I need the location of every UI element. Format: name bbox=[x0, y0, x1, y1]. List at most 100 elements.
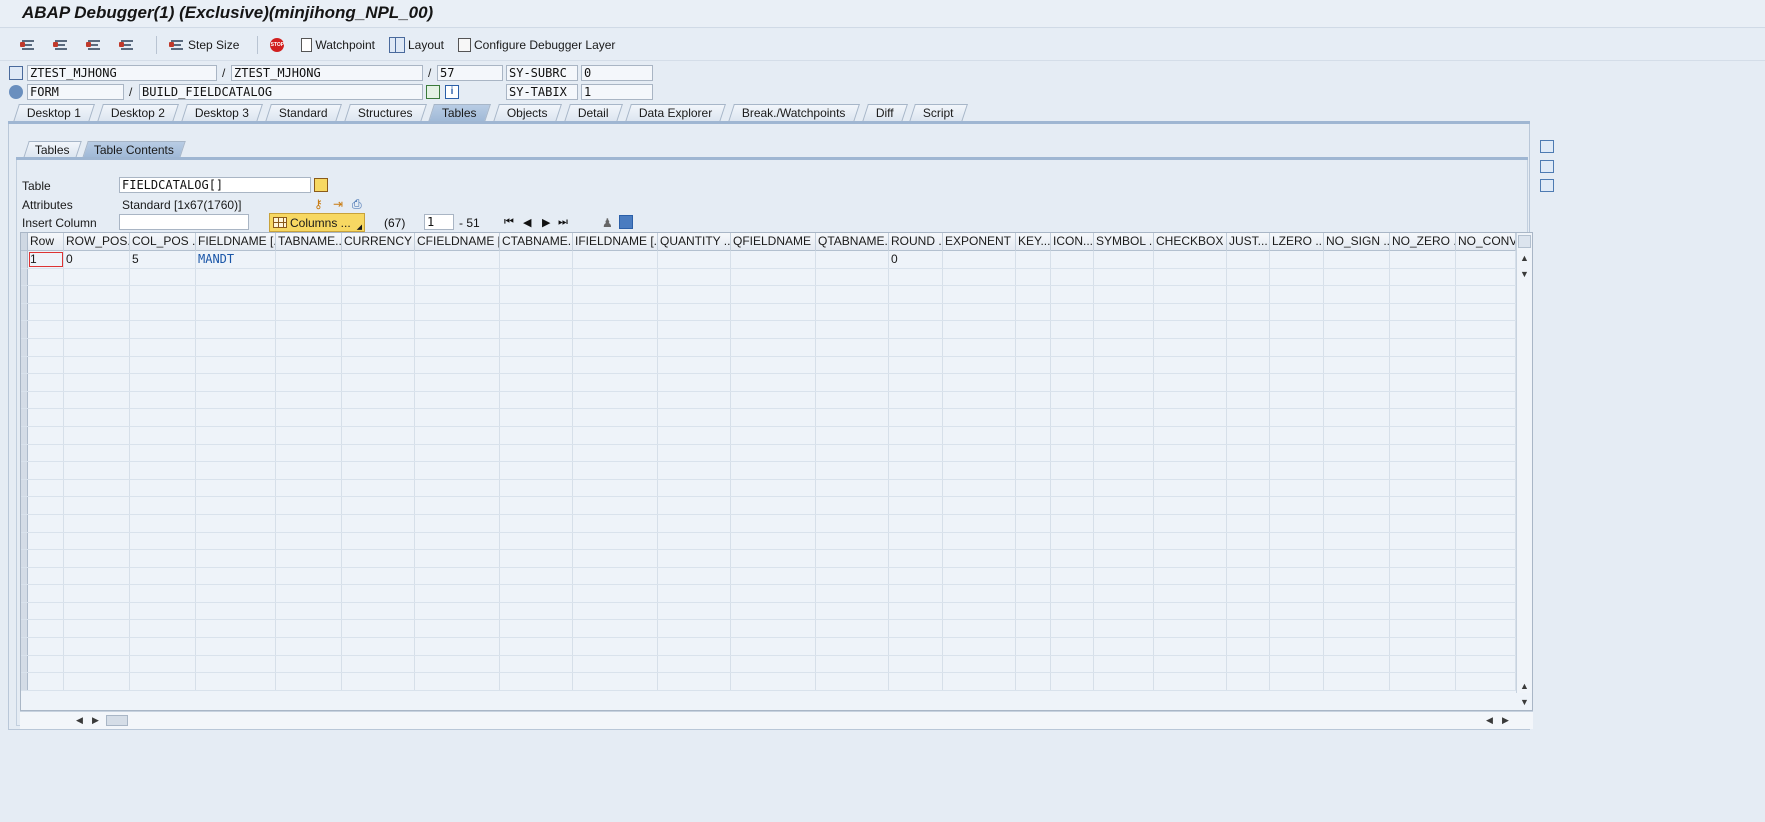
table-cell[interactable] bbox=[276, 620, 342, 638]
table-cell[interactable] bbox=[1154, 620, 1227, 638]
table-cell[interactable] bbox=[1270, 550, 1324, 567]
table-cell[interactable] bbox=[1227, 444, 1270, 462]
table-cell[interactable] bbox=[943, 655, 1016, 673]
table-cell[interactable] bbox=[731, 585, 816, 602]
table-cell[interactable] bbox=[1227, 251, 1270, 268]
table-cell[interactable] bbox=[1390, 479, 1456, 497]
table-cell[interactable] bbox=[64, 673, 130, 690]
table-cell[interactable] bbox=[1051, 532, 1094, 550]
table-cell[interactable] bbox=[889, 444, 943, 462]
table-cell[interactable] bbox=[573, 268, 658, 286]
tab-script[interactable]: Script bbox=[909, 104, 968, 122]
table-cell[interactable] bbox=[943, 321, 1016, 338]
row-selector[interactable] bbox=[21, 391, 28, 409]
table-cell[interactable] bbox=[64, 638, 130, 655]
table-cell[interactable] bbox=[1227, 550, 1270, 567]
table-cell[interactable] bbox=[1456, 444, 1516, 462]
table-cell[interactable] bbox=[1016, 567, 1051, 585]
table-cell[interactable] bbox=[816, 567, 889, 585]
table-cell[interactable] bbox=[889, 638, 943, 655]
column-header[interactable]: QUANTITY ... bbox=[658, 233, 731, 251]
table-cell[interactable] bbox=[130, 303, 196, 321]
column-header[interactable]: ROUND ... bbox=[889, 233, 943, 251]
row-selector[interactable] bbox=[21, 426, 28, 444]
table-cell[interactable] bbox=[943, 303, 1016, 321]
row-selector[interactable] bbox=[21, 638, 28, 655]
table-cell[interactable] bbox=[130, 479, 196, 497]
column-header[interactable]: FIELDNAME [... bbox=[196, 233, 276, 251]
table-cell[interactable] bbox=[64, 356, 130, 374]
table-cell[interactable] bbox=[816, 602, 889, 620]
table-cell[interactable] bbox=[1154, 462, 1227, 479]
table-cell[interactable] bbox=[573, 356, 658, 374]
table-cell[interactable] bbox=[500, 620, 573, 638]
table-cell[interactable] bbox=[1390, 356, 1456, 374]
table-cell[interactable] bbox=[276, 514, 342, 532]
table-cell[interactable] bbox=[658, 479, 731, 497]
table-cell[interactable] bbox=[1154, 550, 1227, 567]
table-cell[interactable] bbox=[1051, 585, 1094, 602]
table-cell[interactable] bbox=[64, 462, 130, 479]
table-cell[interactable] bbox=[731, 286, 816, 303]
next-page-icon[interactable]: ▶ bbox=[542, 216, 550, 229]
table-cell[interactable] bbox=[1324, 268, 1390, 286]
row-selector[interactable] bbox=[21, 409, 28, 426]
scroll-down-icon[interactable]: ▼ bbox=[1520, 269, 1529, 279]
table-cell[interactable] bbox=[415, 338, 500, 356]
table-cell[interactable] bbox=[1324, 286, 1390, 303]
table-cell[interactable] bbox=[415, 321, 500, 338]
table-cell[interactable] bbox=[1154, 479, 1227, 497]
table-cell[interactable] bbox=[64, 497, 130, 514]
table-cell[interactable] bbox=[943, 251, 1016, 268]
filter-icon[interactable]: ♟ bbox=[602, 216, 613, 230]
table-cell[interactable] bbox=[64, 602, 130, 620]
table-cell[interactable] bbox=[342, 444, 415, 462]
table-cell[interactable] bbox=[943, 514, 1016, 532]
table-cell[interactable] bbox=[1390, 303, 1456, 321]
table-cell[interactable] bbox=[943, 409, 1016, 426]
column-header[interactable]: CTABNAME... bbox=[500, 233, 573, 251]
table-cell[interactable] bbox=[415, 268, 500, 286]
table-cell[interactable] bbox=[1016, 409, 1051, 426]
table-cell[interactable] bbox=[1094, 251, 1154, 268]
table-cell[interactable] bbox=[415, 479, 500, 497]
table-cell[interactable] bbox=[1390, 602, 1456, 620]
table-cell[interactable] bbox=[28, 638, 64, 655]
table-cell[interactable] bbox=[1456, 338, 1516, 356]
table-cell[interactable] bbox=[342, 550, 415, 567]
table-cell[interactable] bbox=[1051, 462, 1094, 479]
table-cell[interactable] bbox=[500, 268, 573, 286]
table-cell[interactable] bbox=[1016, 479, 1051, 497]
table-cell[interactable] bbox=[1227, 620, 1270, 638]
table-cell[interactable] bbox=[658, 444, 731, 462]
scroll-right-icon[interactable]: ▶ bbox=[92, 715, 99, 726]
row-selector[interactable] bbox=[21, 550, 28, 567]
table-cell[interactable] bbox=[1227, 409, 1270, 426]
table-cell[interactable] bbox=[1270, 620, 1324, 638]
table-cell[interactable] bbox=[1094, 444, 1154, 462]
table-cell[interactable] bbox=[889, 620, 943, 638]
table-cell[interactable] bbox=[1456, 514, 1516, 532]
table-cell[interactable] bbox=[1456, 251, 1516, 268]
table-cell[interactable] bbox=[342, 514, 415, 532]
table-cell[interactable] bbox=[196, 532, 276, 550]
table-cell[interactable] bbox=[658, 391, 731, 409]
row-selector[interactable] bbox=[21, 479, 28, 497]
table-cell[interactable] bbox=[943, 374, 1016, 391]
table-cell[interactable] bbox=[731, 655, 816, 673]
table-cell[interactable] bbox=[1227, 462, 1270, 479]
table-cell[interactable] bbox=[1016, 655, 1051, 673]
table-cell[interactable] bbox=[276, 303, 342, 321]
table-cell[interactable] bbox=[500, 655, 573, 673]
table-cell[interactable]: 5 bbox=[130, 251, 196, 268]
row-selector[interactable] bbox=[21, 268, 28, 286]
table-cell[interactable] bbox=[196, 321, 276, 338]
table-cell[interactable] bbox=[731, 638, 816, 655]
table-cell[interactable] bbox=[1227, 426, 1270, 444]
table-cell[interactable] bbox=[1227, 567, 1270, 585]
table-cell[interactable] bbox=[1154, 567, 1227, 585]
table-cell[interactable] bbox=[1270, 655, 1324, 673]
table-cell[interactable] bbox=[342, 391, 415, 409]
table-cell[interactable] bbox=[889, 550, 943, 567]
table-cell[interactable] bbox=[415, 391, 500, 409]
